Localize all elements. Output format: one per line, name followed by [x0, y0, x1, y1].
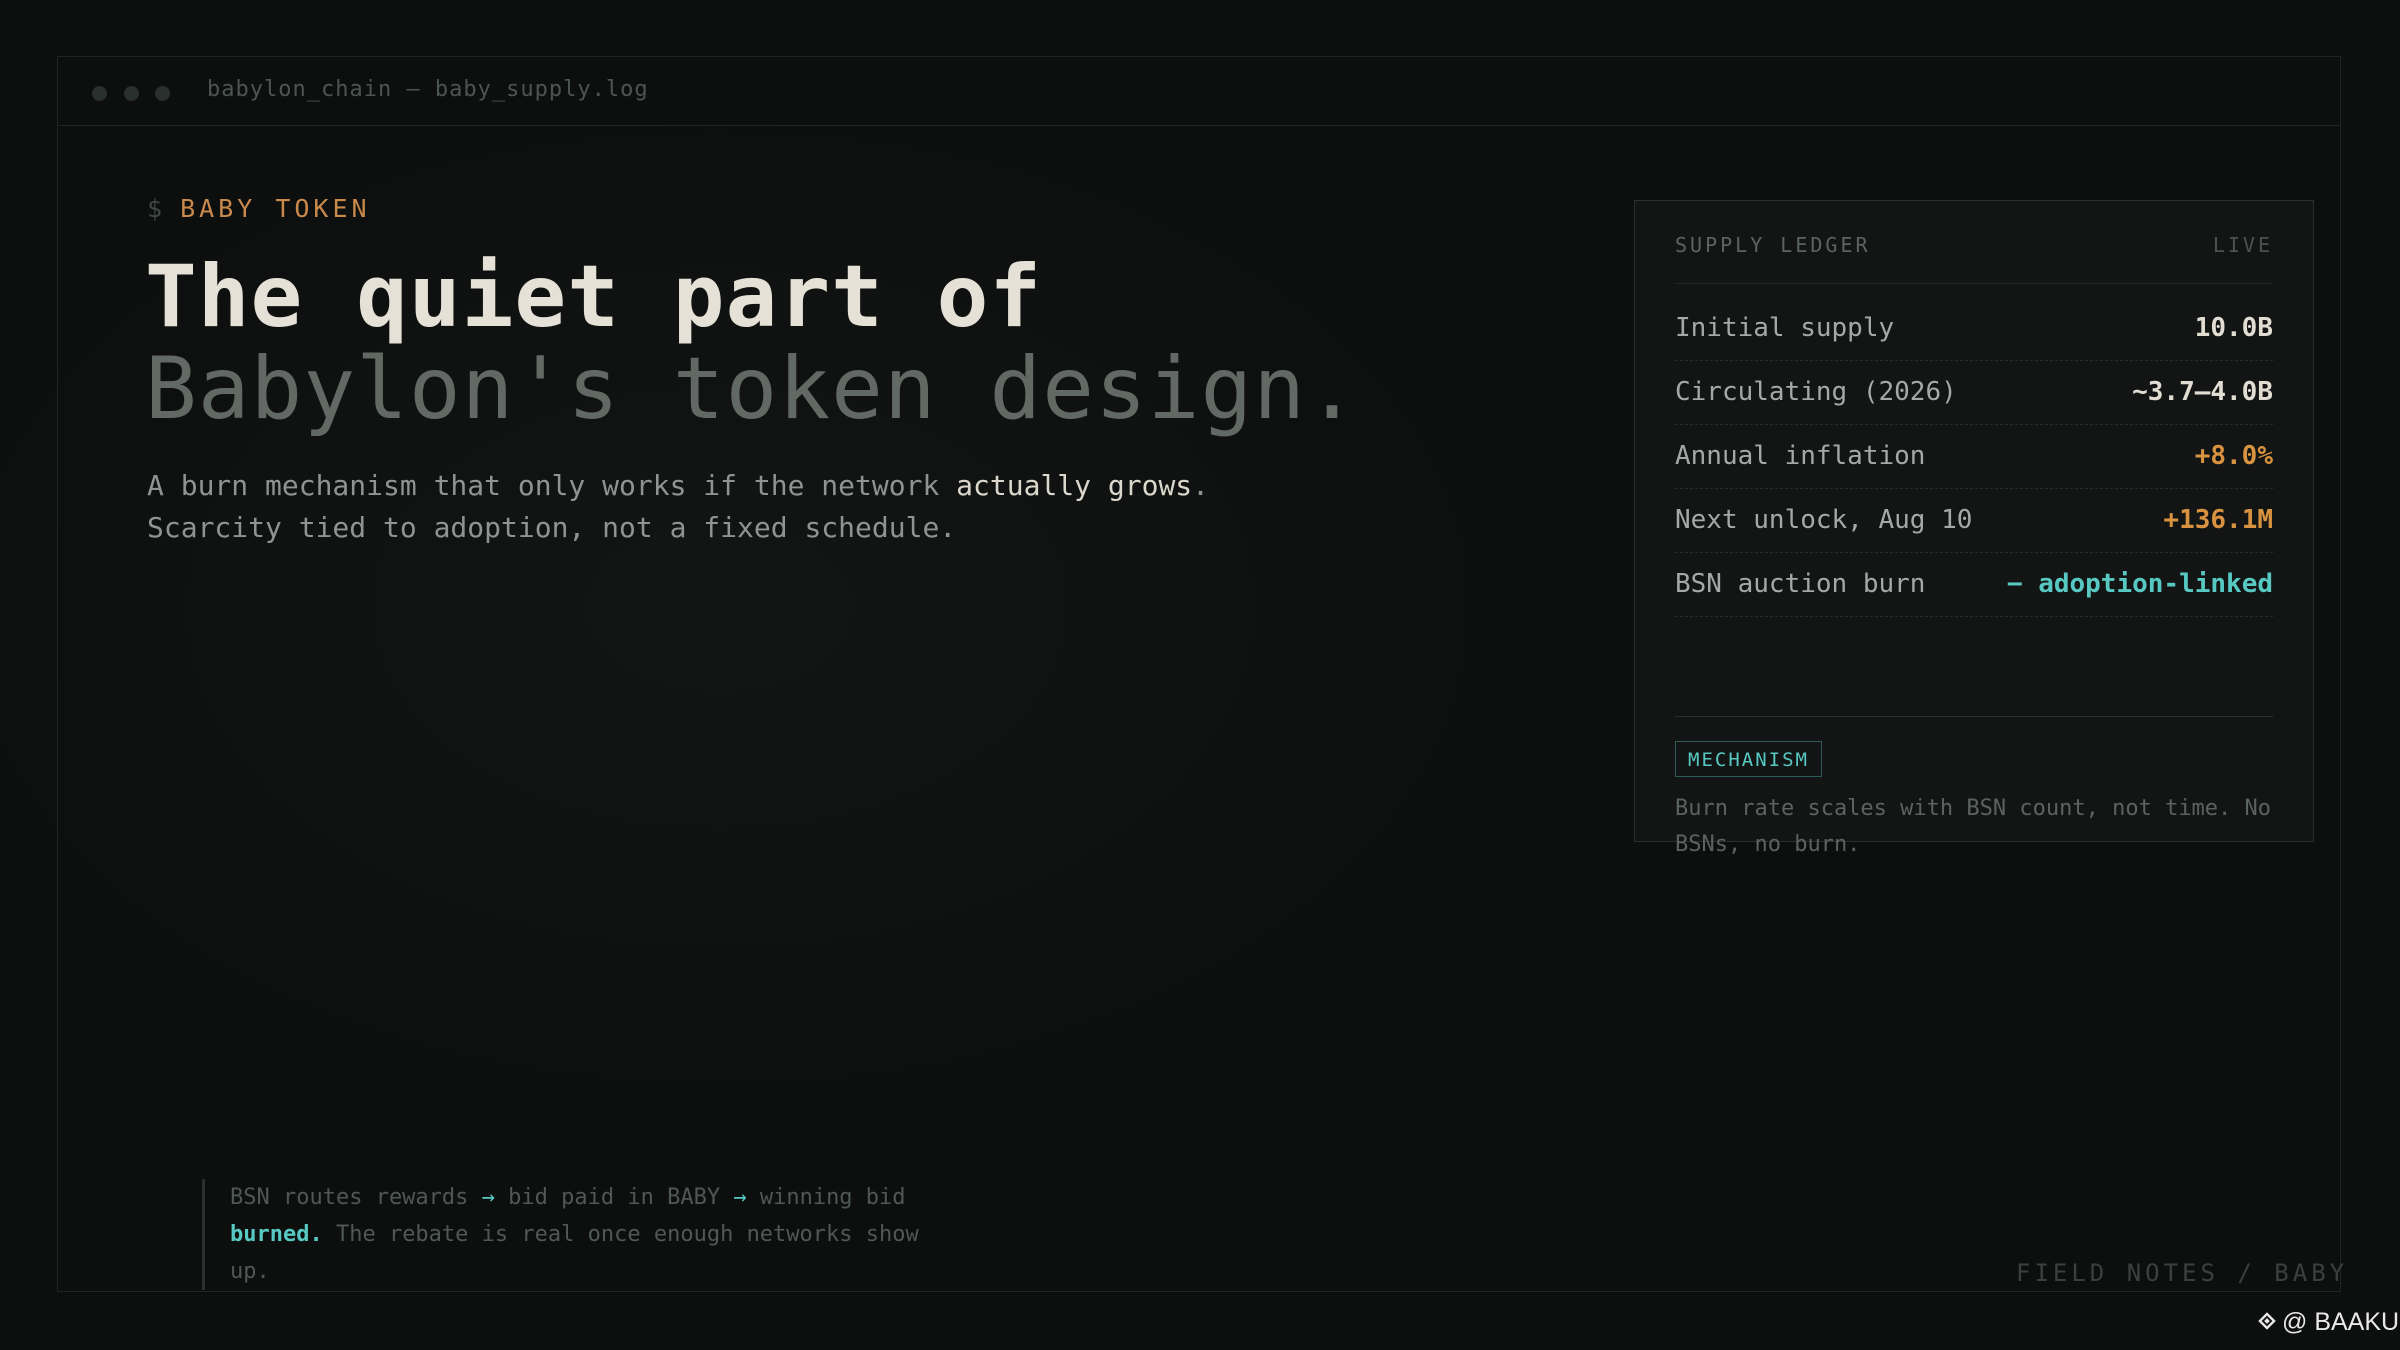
- subtitle-highlight: actually grows: [956, 469, 1193, 502]
- arrow-right-icon: →: [733, 1185, 747, 1210]
- footer-label: FIELD NOTES / BABY: [2016, 1259, 2349, 1287]
- subtitle-period: .: [1192, 469, 1210, 502]
- ledger-row-value: +136.1M: [2163, 505, 2273, 535]
- note-text: BSN routes rewards: [230, 1185, 482, 1210]
- watermark-text: @ BAAKU: [2282, 1308, 2400, 1336]
- section-prompt: $ BABY TOKEN: [147, 194, 371, 223]
- ledger-row-circulating: Circulating (2026) ~3.7–4.0B: [1675, 361, 2273, 425]
- ledger-row-label: Next unlock, Aug 10: [1675, 505, 1973, 535]
- window-maximize-dot[interactable]: [155, 86, 170, 101]
- ledger-row-annual-inflation: Annual inflation +8.0%: [1675, 425, 2273, 489]
- ledger-header: SUPPLY LEDGER LIVE: [1675, 233, 2273, 284]
- ledger-live-status: LIVE: [2212, 233, 2273, 257]
- window-titlebar: babylon_chain — baby_supply.log: [58, 57, 2340, 126]
- note-text: bid paid in BABY: [494, 1185, 734, 1210]
- ledger-row-label: Annual inflation: [1675, 441, 1926, 471]
- ledger-row-value: − adoption-linked: [2006, 569, 2273, 599]
- subtitle-line2: Scarcity tied to adoption, not a fixed s…: [147, 511, 957, 544]
- ledger-row-value: +8.0%: [2194, 441, 2273, 471]
- ledger-divider: [1675, 716, 2273, 717]
- arrow-right-icon: →: [481, 1185, 495, 1210]
- ledger-row-value: 10.0B: [2194, 313, 2273, 343]
- prompt-symbol: $: [147, 194, 167, 223]
- mechanism-description: Burn rate scales with BSN count, not tim…: [1675, 796, 2272, 857]
- ledger-rows: Initial supply 10.0B Circulating (2026) …: [1675, 297, 2273, 617]
- ledger-row-label: BSN auction burn: [1675, 569, 1926, 599]
- watermark: @ BAAKU: [2254, 1308, 2399, 1337]
- ledger-title: SUPPLY LEDGER: [1675, 233, 1871, 257]
- window-minimize-dot[interactable]: [124, 86, 139, 101]
- note-burned-highlight: burned.: [230, 1222, 323, 1247]
- ledger-row-next-unlock: Next unlock, Aug 10 +136.1M: [1675, 489, 2273, 553]
- mechanism-badge: MECHANISM: [1675, 741, 1822, 777]
- subtitle-line1: A burn mechanism that only works if the …: [147, 465, 1209, 507]
- section-tag: BABY TOKEN: [180, 194, 371, 223]
- note-text: The rebate is real once enough networks …: [230, 1222, 919, 1284]
- ledger-row-label: Circulating (2026): [1675, 377, 1957, 407]
- ledger-row-bsn-burn: BSN auction burn − adoption-linked: [1675, 553, 2273, 617]
- terminal-window: babylon_chain — baby_supply.log $ BABY TO…: [57, 56, 2344, 1292]
- ledger-row-value: ~3.7–4.0B: [2132, 377, 2273, 407]
- subtitle-text: A burn mechanism that only works if the …: [147, 469, 957, 502]
- headline-line1: The quiet part of: [145, 247, 1043, 347]
- ledger-row-label: Initial supply: [1675, 313, 1895, 343]
- flow-note: BSN routes rewards → bid paid in BABY → …: [202, 1179, 970, 1290]
- window-close-dot[interactable]: [92, 86, 107, 101]
- note-text: winning bid: [746, 1185, 906, 1210]
- subtitle: A burn mechanism that only works if the …: [147, 465, 1209, 549]
- ledger-row-initial-supply: Initial supply 10.0B: [1675, 297, 2273, 361]
- window-title: babylon_chain — baby_supply.log: [207, 77, 649, 102]
- binance-square-icon: [2258, 1312, 2276, 1330]
- supply-ledger-panel: SUPPLY LEDGER LIVE Initial supply 10.0B …: [1634, 200, 2314, 857]
- headline-line2: Babylon's token design.: [145, 339, 1359, 439]
